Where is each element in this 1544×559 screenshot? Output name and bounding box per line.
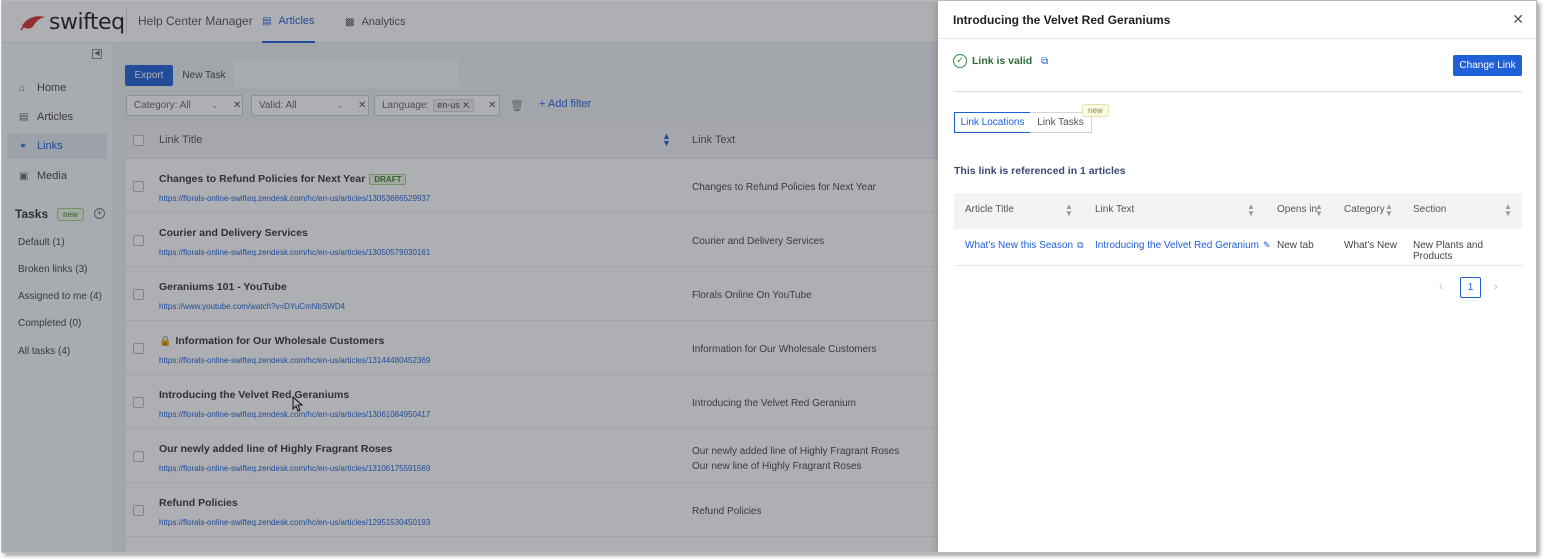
locations-table-header: Article Title ▲ ▼ Link Text ▲ ▼ Opens in ▲… — [954, 193, 1522, 229]
app-window: swifteq Help Center Manager ▤ Articles ▩… — [1, 0, 1537, 553]
column-header-article-title[interactable]: Article Title — [965, 204, 1014, 215]
sort-icon[interactable]: ▲ ▼ — [1247, 203, 1255, 218]
chevron-right-icon[interactable]: › — [1494, 281, 1498, 293]
external-link-icon[interactable]: ⧉ — [1041, 56, 1048, 67]
check-circle-icon: ✓ — [953, 54, 967, 68]
sort-icon[interactable]: ▲ ▼ — [1315, 203, 1323, 218]
table-row: What's New this Season ⧉ Introducing the … — [954, 229, 1522, 266]
external-link-icon[interactable]: ⧉ — [1077, 240, 1083, 250]
link-status: ✓ Link is valid ⧉ — [953, 54, 1048, 68]
link-text-text: Introducing the Velvet Red Geranium — [1095, 240, 1259, 251]
sort-icon[interactable]: ▲ ▼ — [1065, 203, 1073, 218]
column-header-link-text[interactable]: Link Text — [1095, 204, 1134, 215]
tab-link-locations[interactable]: Link Locations — [954, 112, 1031, 133]
chevron-left-icon[interactable]: ‹ — [1439, 281, 1443, 293]
opens-in-value: New tab — [1277, 240, 1314, 251]
panel-divider — [938, 38, 1536, 39]
article-title-text: What's New this Season — [965, 240, 1074, 251]
section-value: New Plants and Products — [1413, 240, 1484, 262]
close-icon[interactable]: ✕ — [1512, 11, 1524, 28]
modal-backdrop[interactable] — [2, 1, 938, 552]
sort-icon[interactable]: ▲ ▼ — [1504, 203, 1512, 218]
link-tasks-new-badge: new — [1082, 104, 1109, 117]
article-title-link[interactable]: What's New this Season ⧉ — [965, 240, 1084, 251]
reference-count-text: This link is referenced in 1 articles — [954, 165, 1126, 177]
change-link-button[interactable]: Change Link — [1453, 55, 1522, 76]
sort-icon[interactable]: ▲ ▼ — [1385, 203, 1393, 218]
panel-section-divider — [954, 91, 1522, 92]
column-header-opens-in[interactable]: Opens in — [1277, 204, 1317, 215]
column-header-section[interactable]: Section — [1413, 204, 1446, 215]
edit-icon[interactable]: ✎ — [1263, 240, 1271, 250]
column-header-category[interactable]: Category — [1344, 204, 1385, 215]
link-locations-table: Article Title ▲ ▼ Link Text ▲ ▼ Opens in ▲… — [954, 193, 1522, 266]
pagination-page[interactable]: 1 — [1460, 277, 1481, 298]
panel-title: Introducing the Velvet Red Geraniums — [953, 13, 1171, 27]
link-text-value[interactable]: Introducing the Velvet Red Geranium ✎ — [1095, 240, 1271, 251]
link-details-panel: Introducing the Velvet Red Geraniums ✕ ✓… — [938, 1, 1536, 552]
category-value: What's New — [1344, 240, 1398, 251]
link-status-text: Link is valid — [972, 55, 1033, 67]
